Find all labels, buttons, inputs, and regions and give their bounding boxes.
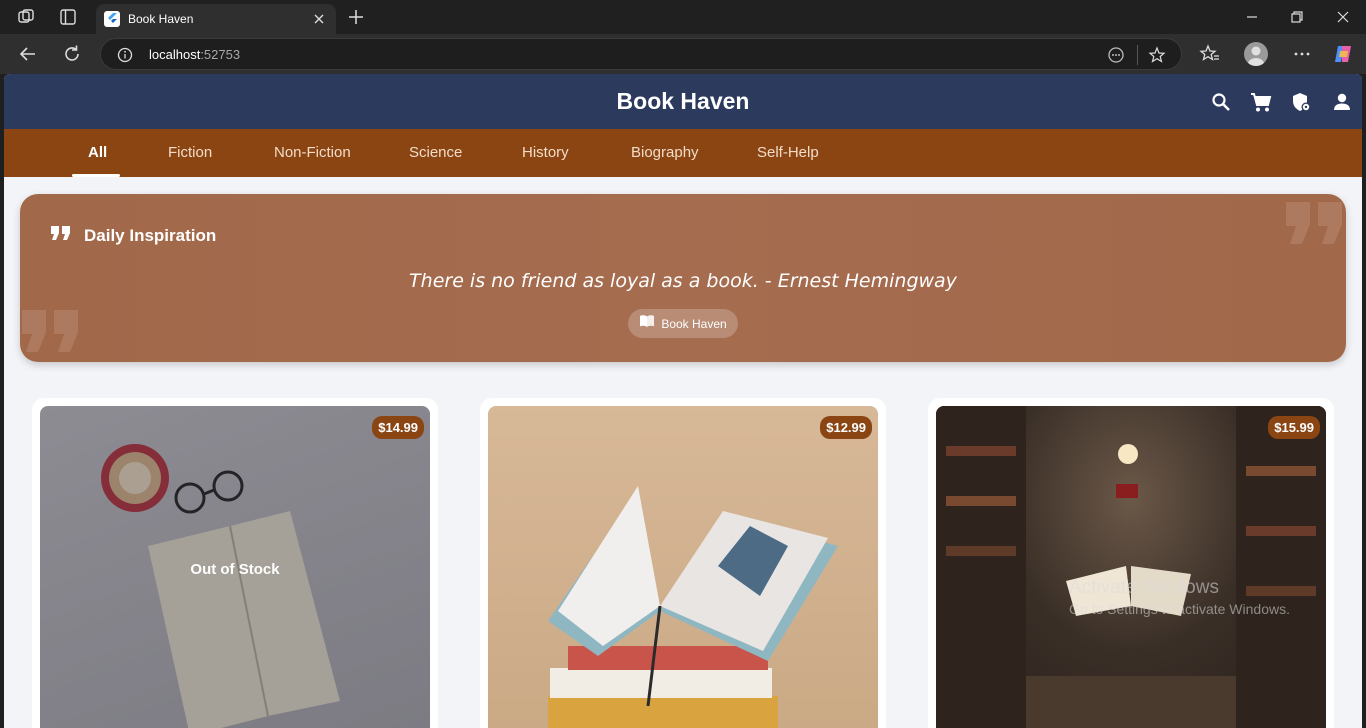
minimize-icon[interactable] [1240,5,1264,29]
windows-activation-title: Activate Windows [1069,577,1219,598]
more-options-icon[interactable] [1291,43,1313,65]
cart-icon[interactable] [1250,91,1272,113]
price-badge: $15.99 [1268,416,1320,439]
reload-icon[interactable] [61,43,83,65]
search-icon[interactable] [1210,91,1232,113]
omnibox-divider [1137,45,1138,65]
vertical-tabs-icon[interactable] [58,7,78,27]
copilot-icon[interactable] [1332,43,1354,65]
quote-header: Daily Inspiration [50,224,216,247]
selected-tab-indicator [72,174,120,177]
close-tab-icon[interactable] [310,10,328,28]
tab-fiction[interactable]: Fiction [168,144,212,161]
tab-title: Book Haven [128,12,194,26]
browser-tab[interactable]: Book Haven [96,4,336,34]
tab-self-help[interactable]: Self-Help [757,144,819,161]
profile-avatar[interactable] [1244,42,1268,66]
stock-status: Out of Stock [190,561,280,578]
tab-biography[interactable]: Biography [631,144,699,161]
flutter-favicon-icon [104,11,120,27]
address-bar[interactable]: localhost:52753 [100,38,1182,70]
quote-text: There is no friend as loyal as a book. -… [409,270,957,292]
browser-toolbar: localhost:52753 [0,34,1366,74]
browser-titlebar: Book Haven [0,0,1366,34]
price-badge: $12.99 [820,416,872,439]
back-icon[interactable] [17,43,39,65]
quote-source-badge: Book Haven [628,309,738,338]
tab-all[interactable]: All [88,144,107,161]
account-icon[interactable] [1331,91,1353,113]
decorative-quote-icon [1284,200,1346,251]
format-quote-icon [50,224,72,247]
url-text: localhost:52753 [149,47,240,62]
tab-science[interactable]: Science [409,144,462,161]
url-host: localhost [149,47,201,62]
book-cover-image: $15.99 [936,406,1326,728]
favorite-star-icon[interactable] [1148,46,1166,64]
tab-history[interactable]: History [522,144,569,161]
url-port: :52753 [200,47,241,62]
app-header: Book Haven [4,74,1362,129]
workspaces-icon[interactable] [16,7,36,27]
app-viewport: Book Haven All Fiction Non-Fiction Scien… [4,74,1362,728]
tab-non-fiction[interactable]: Non-Fiction [274,144,351,161]
book-cover-image: Out of Stock $14.99 [40,406,430,728]
windows-activation-subtitle: Go to Settings to activate Windows. [1069,601,1290,617]
product-card[interactable]: $12.99 [480,398,886,728]
new-tab-icon[interactable] [346,7,366,27]
price-badge: $14.99 [372,416,424,439]
daily-inspiration-card: Daily Inspiration There is no friend as … [20,194,1346,362]
category-tabs: All Fiction Non-Fiction Science History … [4,129,1362,177]
restore-icon[interactable] [1285,5,1309,29]
close-window-icon[interactable] [1331,5,1355,29]
site-info-icon[interactable] [117,47,133,63]
quote-heading: Daily Inspiration [84,225,217,245]
product-card[interactable]: $15.99 [928,398,1334,728]
favorites-icon[interactable] [1199,43,1221,65]
decorative-quote-icon [20,308,82,359]
reading-mode-icon[interactable] [1107,46,1125,64]
quote-badge-label: Book Haven [661,316,727,331]
shield-icon[interactable] [1290,91,1312,113]
app-title: Book Haven [616,88,750,114]
product-card[interactable]: Out of Stock $14.99 [32,398,438,728]
book-icon [639,314,655,333]
book-cover-image: $12.99 [488,406,878,728]
